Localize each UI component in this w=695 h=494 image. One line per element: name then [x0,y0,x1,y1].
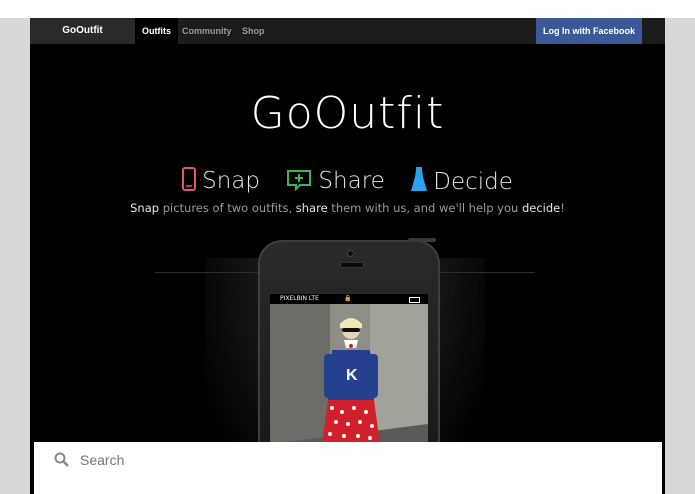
dress-icon [411,167,428,191]
left-gutter [0,18,24,494]
nav-link-community[interactable]: Community [182,18,232,44]
right-gutter [665,18,695,494]
phone-status-bar: PIXELBIN LTE 🔒 [270,294,428,304]
search-bar [34,442,662,494]
page-frame: GoOutfit Outfits Community Shop Log In w… [30,18,665,494]
tagline-text-1: pictures of two outfits, [159,201,296,215]
search-input[interactable] [78,449,642,471]
top-nav: GoOutfit Outfits Community Shop Log In w… [30,18,665,44]
feature-decide: Decide [411,166,513,195]
phone-icon [182,167,197,191]
carrier-label: PIXELBIN LTE [280,295,319,302]
tagline-text-3: ! [560,201,565,215]
phone-power-button [408,238,436,242]
top-strip [0,0,695,18]
battery-icon [409,297,420,303]
phone-camera [347,250,354,257]
facebook-login-button[interactable]: Log In with Facebook [536,18,642,44]
feature-row: Snap Share Decide [30,166,665,195]
feature-decide-label: Decide [433,169,513,195]
tagline-share: share [295,201,328,215]
feature-share-label: Share [318,167,385,194]
tagline-snap: Snap [130,201,160,215]
search-icon [54,452,69,467]
page-title: GoOutfit [250,88,445,139]
nav-link-outfits[interactable]: Outfits [135,18,178,44]
phone-speaker [340,262,364,268]
share-icon [287,169,312,191]
feature-snap: Snap [182,167,260,194]
brand-logo[interactable]: GoOutfit [30,18,135,44]
lock-icon: 🔒 [344,295,352,302]
nav-link-shop[interactable]: Shop [242,18,265,44]
tagline-text-2: them with us, and we'll help you [327,201,522,215]
svg-text:K: K [346,367,358,384]
tagline: Snap pictures of two outfits, share them… [30,201,665,215]
feature-snap-label: Snap [202,168,260,194]
feature-share: Share [286,167,385,194]
tagline-decide: decide [521,201,561,215]
